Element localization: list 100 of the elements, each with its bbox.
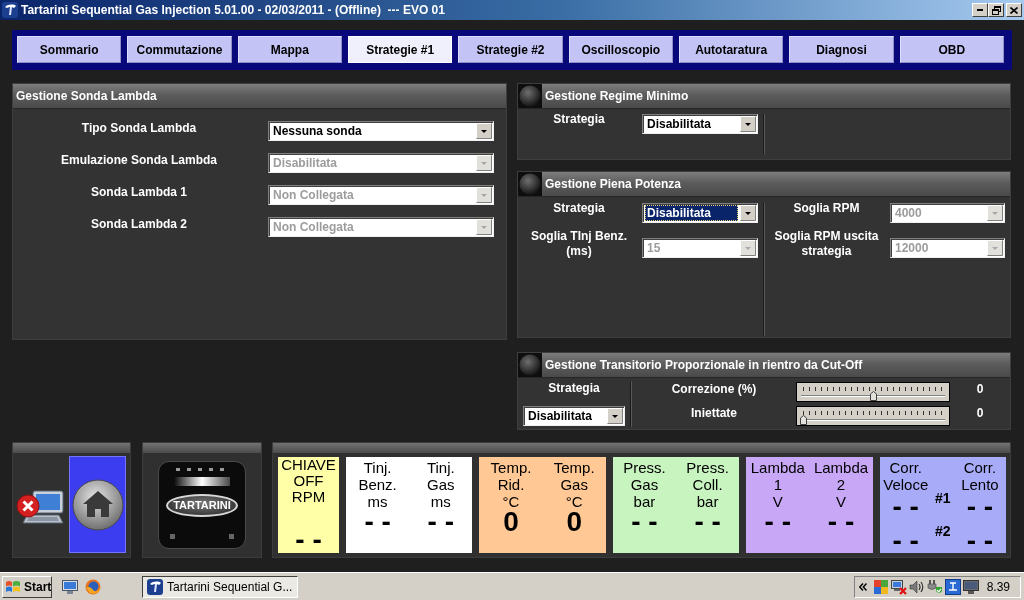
field-label: Soglia RPM	[793, 201, 860, 216]
window-title: Tartarini Sequential Gas Injection 5.01.00 - 02/03/2011 - (Offline) --- EVO 01	[21, 3, 446, 17]
gauge-label: bar	[696, 493, 719, 510]
gauge-label: CHIAVE	[281, 457, 336, 473]
gauge-label: Benz.	[358, 476, 397, 493]
caret-icon	[476, 187, 492, 203]
field-label: Iniettate	[691, 405, 737, 421]
network-error-icon[interactable]	[891, 578, 907, 595]
caret-icon	[740, 240, 756, 256]
slider-thumb[interactable]	[869, 391, 877, 401]
tab[interactable]: Diagnosi	[789, 36, 894, 63]
field-label: Sonda Lambda 2	[91, 217, 187, 232]
tab[interactable]: Commutazione	[127, 36, 232, 63]
colored-squares-icon[interactable]	[873, 578, 889, 595]
field-label: Strategia	[548, 381, 600, 396]
gauge-value: - -	[764, 510, 792, 534]
dropdown[interactable]: Nessuna sonda	[268, 121, 494, 141]
panel-title: Gestione Piena Potenza	[544, 177, 682, 191]
gauge-value: - -	[694, 510, 721, 534]
slider-track[interactable]	[796, 406, 950, 426]
field-label: Sonda Lambda 1	[91, 185, 187, 200]
taskbar-button[interactable]: Tartarini Sequential G...	[142, 575, 298, 598]
close-icon	[1010, 6, 1018, 14]
tab[interactable]: Autotaratura	[678, 36, 784, 63]
gauge-label: V	[772, 493, 783, 510]
chevron-icon[interactable]	[859, 582, 867, 591]
gauge-value: - -	[892, 529, 919, 553]
gauge-label: Temp.	[490, 459, 532, 476]
field-label: Emulazione Sonda Lambda	[61, 153, 217, 168]
clock: 8.39	[986, 579, 1011, 594]
caret-icon	[740, 116, 756, 132]
gauge-value: - -	[966, 495, 994, 519]
gauge-label: Gas	[560, 476, 588, 493]
gauge-label: RPM	[291, 489, 326, 505]
panel-title: Gestione Transitorio Proporzionale in rientro da Cut-Off	[544, 358, 863, 372]
gauge-value: - -	[631, 510, 658, 534]
gauge-value: - -	[827, 510, 855, 534]
minimize-button[interactable]	[972, 3, 988, 17]
tab[interactable]: Sommario	[17, 36, 122, 63]
restore-icon	[991, 5, 1001, 15]
speaker-icon[interactable]	[909, 578, 925, 595]
panel-title: Gestione Regime Minimo	[544, 89, 689, 103]
caret-icon	[476, 155, 492, 171]
sphere-icon	[518, 172, 542, 196]
gauge-label: °C	[502, 493, 520, 510]
gauge-value: 0	[566, 510, 582, 534]
caret-icon	[476, 123, 492, 139]
monitor-icon[interactable]	[62, 578, 78, 595]
gauge-label: Press.	[623, 459, 666, 476]
plug-icon[interactable]	[927, 578, 943, 595]
sphere-icon	[518, 84, 542, 108]
gauge-label: Tinj.	[363, 459, 392, 476]
gauge-label: V	[836, 493, 847, 510]
panel-title: Gestione Sonda Lambda	[15, 89, 157, 103]
gauge-value: - -	[892, 495, 919, 519]
logo-text: TARTARINI	[166, 494, 238, 517]
gauge-label: Lambda	[750, 459, 805, 476]
sphere-icon	[518, 353, 542, 377]
home-button[interactable]	[69, 456, 126, 553]
home-icon	[71, 478, 124, 531]
tab[interactable]: Strategie #1	[348, 36, 453, 63]
tab[interactable]: Strategie #2	[458, 36, 563, 63]
restore-button[interactable]	[988, 3, 1004, 17]
caret-icon	[987, 205, 1003, 221]
gauge-label: Coll.	[692, 476, 723, 493]
close-button[interactable]	[1006, 3, 1022, 17]
gauge-label: Corr.	[889, 459, 922, 476]
gauge-label: Gas	[427, 476, 455, 493]
field-label: Soglia TInj Benz. (ms)	[530, 228, 628, 259]
globe-icon[interactable]	[85, 578, 101, 595]
dropdown[interactable]: Disabilitata	[523, 406, 625, 426]
slider-value: 0	[976, 405, 984, 421]
gauge-label: 1	[773, 476, 782, 493]
start-button[interactable]: Start	[2, 575, 52, 598]
gauge-value: - -	[966, 529, 994, 553]
gauge-label: Lento	[961, 476, 999, 493]
field-label: Soglia RPM uscita strategia	[773, 228, 880, 259]
bank-label: #1	[935, 490, 951, 506]
caret-icon	[607, 408, 623, 424]
gauge-value: - -	[295, 528, 322, 552]
field-label: Strategia	[553, 112, 605, 127]
gauge-label: Rid.	[497, 476, 525, 493]
gauge-label: OFF	[293, 473, 324, 489]
gauge-label: ms	[367, 493, 388, 510]
field-label: Correzione (%)	[671, 381, 757, 397]
gauge-label: 2	[836, 476, 846, 493]
network-icon[interactable]	[945, 578, 961, 595]
gauge-label: °C	[565, 493, 583, 510]
dropdown[interactable]: Disabilitata	[642, 114, 758, 134]
app-icon[interactable]	[2, 2, 18, 18]
tab[interactable]: Oscilloscopio	[568, 36, 673, 63]
slider-track[interactable]	[796, 382, 950, 402]
slider-thumb[interactable]	[800, 415, 807, 425]
dropdown[interactable]: Disabilitata	[642, 203, 758, 223]
monitor-icon[interactable]	[963, 578, 979, 595]
gauge-label: Lambda	[813, 459, 869, 476]
tab[interactable]: Mappa	[237, 36, 342, 63]
gauge-value: - -	[427, 510, 454, 534]
gauge-label: ms	[430, 493, 451, 510]
tab[interactable]: OBD	[899, 36, 1004, 63]
